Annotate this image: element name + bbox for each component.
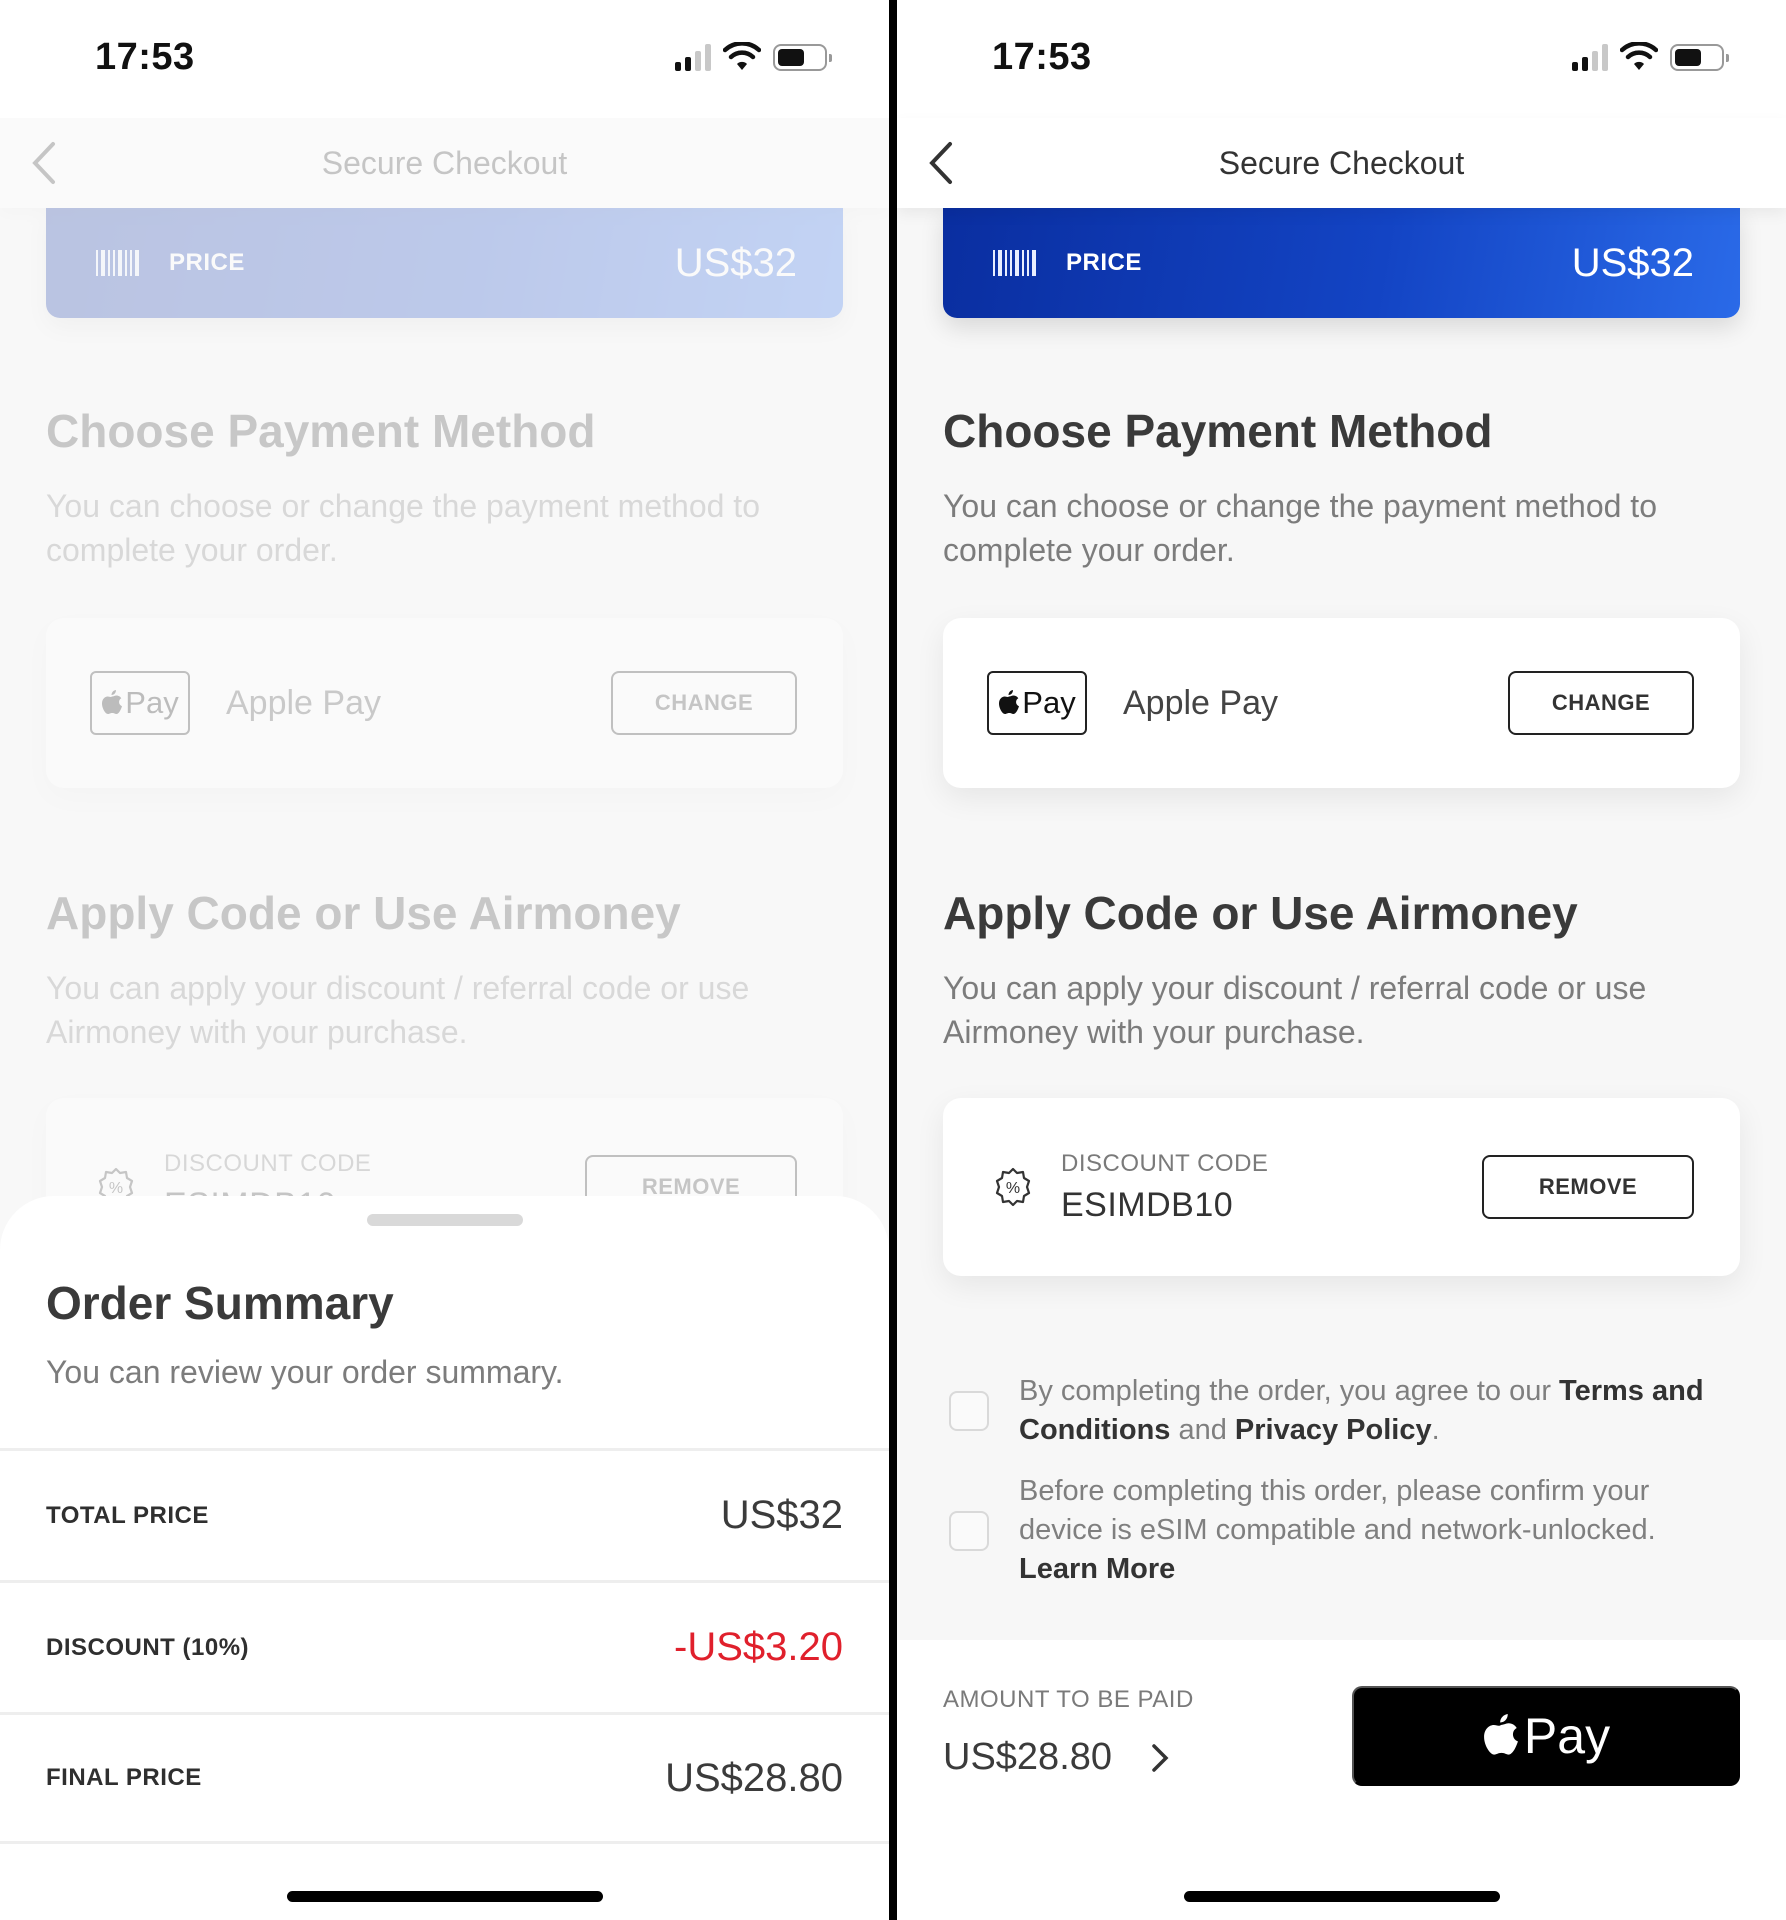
sheet-drag-handle[interactable] xyxy=(366,1214,523,1226)
barcode-icon xyxy=(993,250,1036,276)
amount-to-be-paid-value: US$28.80 xyxy=(943,1736,1113,1778)
payment-section-title: Choose Payment Method xyxy=(943,405,1493,457)
privacy-policy-link[interactable]: Privacy Policy xyxy=(1235,1414,1432,1446)
payment-footer: AMOUNT TO BE PAID US$28.80 Pay xyxy=(897,1640,1786,1920)
summary-row-discount: DISCOUNT (10%) -US$3.20 xyxy=(0,1580,889,1712)
apple-logo-icon xyxy=(1483,1714,1518,1755)
device-compatibility-row: Before completing this order, please con… xyxy=(949,1472,1736,1589)
status-icons xyxy=(675,42,832,72)
amount-to-be-paid-label: AMOUNT TO BE PAID xyxy=(943,1686,1194,1713)
price-label: PRICE xyxy=(1066,249,1142,276)
apple-pay-button-label: Pay xyxy=(1523,1708,1611,1764)
discount-code-value: ESIMDB10 xyxy=(1061,1185,1234,1224)
order-summary-table: TOTAL PRICE US$32 DISCOUNT (10%) -US$3.2… xyxy=(0,1448,889,1844)
order-summary-sheet: Order Summary You can review your order … xyxy=(0,1196,889,1920)
wifi-icon xyxy=(723,42,761,70)
battery-icon xyxy=(773,43,832,71)
order-summary-description: You can review your order summary. xyxy=(46,1354,564,1390)
summary-row-value: US$32 xyxy=(720,1493,843,1537)
cellular-signal-icon xyxy=(1572,43,1608,71)
discount-code-card: % DISCOUNT CODE ESIMDB10 REMOVE xyxy=(943,1098,1740,1276)
home-indicator xyxy=(1183,1891,1500,1902)
summary-row-value: US$28.80 xyxy=(665,1755,843,1800)
order-summary-title: Order Summary xyxy=(46,1277,394,1329)
discount-code-label: DISCOUNT CODE xyxy=(1061,1149,1269,1177)
summary-row-label: FINAL PRICE xyxy=(46,1764,202,1791)
discount-section-title: Apply Code or Use Airmoney xyxy=(943,887,1578,939)
terms-checkbox[interactable] xyxy=(949,1391,989,1431)
summary-row-value: -US$3.20 xyxy=(674,1625,843,1669)
chevron-right-icon xyxy=(1152,1743,1169,1772)
apple-pay-logo-text: Pay xyxy=(1022,685,1076,720)
remove-code-button[interactable]: REMOVE xyxy=(1482,1155,1694,1219)
amount-details-toggle[interactable]: US$28.80 xyxy=(943,1736,1170,1779)
summary-row-label: TOTAL PRICE xyxy=(46,1501,209,1529)
status-bar: 17:53 xyxy=(0,0,889,118)
device-compatibility-text: Before completing this order, please con… xyxy=(1019,1472,1736,1589)
price-value: US$32 xyxy=(1571,240,1694,285)
chevron-left-icon xyxy=(929,142,952,184)
screen-order-summary: 17:53 Secure Checkout PRICE US$32 Choose… xyxy=(0,0,889,1920)
status-icons xyxy=(1572,42,1729,72)
summary-row-final-price: FINAL PRICE US$28.80 xyxy=(0,1712,889,1844)
summary-row-label: DISCOUNT (10%) xyxy=(46,1633,250,1661)
device-compatibility-checkbox[interactable] xyxy=(949,1510,989,1551)
battery-icon xyxy=(1670,43,1729,71)
change-payment-button[interactable]: CHANGE xyxy=(1508,671,1694,735)
page-title: Secure Checkout xyxy=(1218,144,1465,181)
terms-agreement-text: By completing the order, you agree to ou… xyxy=(1019,1372,1736,1450)
device-compatibility-text-body: Before completing this order, please con… xyxy=(1019,1475,1656,1546)
svg-text:%: % xyxy=(1006,1180,1020,1197)
terms-text-suffix: . xyxy=(1431,1414,1440,1446)
apple-logo-icon xyxy=(999,690,1020,714)
learn-more-link[interactable]: Learn More xyxy=(1019,1553,1175,1585)
terms-text-middle: and xyxy=(1170,1414,1235,1446)
status-time: 17:53 xyxy=(992,36,1092,78)
screen-secure-checkout: 17:53 Secure Checkout PRICE US$32 Choose… xyxy=(897,0,1786,1920)
status-time: 17:53 xyxy=(95,36,195,78)
discount-section-description: You can apply your discount / referral c… xyxy=(943,970,1647,1050)
discount-badge-icon: % xyxy=(995,1167,1031,1207)
nav-bar: Secure Checkout xyxy=(897,118,1786,208)
payment-method-card: Pay Apple Pay CHANGE xyxy=(943,618,1740,788)
cellular-signal-icon xyxy=(675,43,711,71)
apple-pay-logo: Pay xyxy=(987,671,1087,735)
apple-pay-button[interactable]: Pay xyxy=(1352,1686,1740,1786)
price-banner: PRICE US$32 xyxy=(943,208,1740,318)
payment-method-name: Apple Pay xyxy=(1123,683,1278,722)
terms-text-prefix: By completing the order, you agree to ou… xyxy=(1019,1375,1560,1407)
status-bar: 17:53 xyxy=(897,0,1786,118)
back-button[interactable] xyxy=(915,134,965,192)
payment-section-description: You can choose or change the payment met… xyxy=(943,488,1657,568)
discount-code-info: DISCOUNT CODE ESIMDB10 xyxy=(1061,1150,1268,1225)
summary-row-total-price: TOTAL PRICE US$32 xyxy=(0,1448,889,1580)
wifi-icon xyxy=(1620,42,1658,70)
home-indicator xyxy=(286,1891,603,1902)
terms-agreement-row: By completing the order, you agree to ou… xyxy=(949,1372,1736,1450)
